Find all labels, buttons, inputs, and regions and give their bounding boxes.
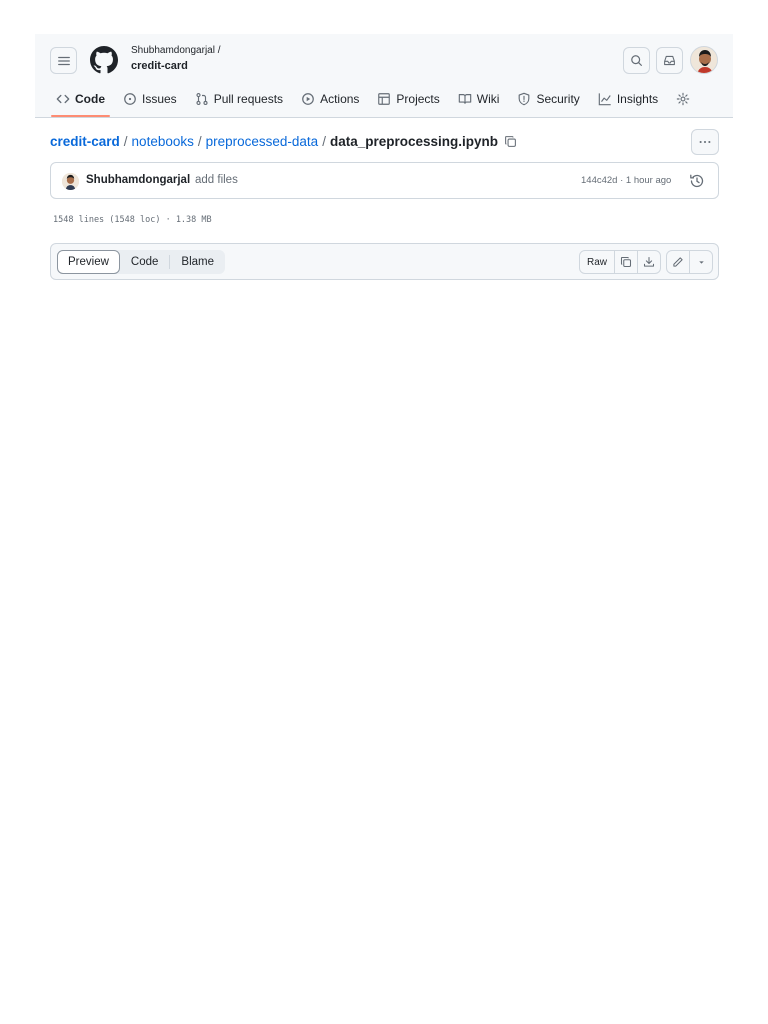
edit-dropdown-button[interactable]: [690, 251, 712, 273]
table-icon: [378, 93, 391, 105]
menu-button[interactable]: [50, 47, 77, 74]
copy-icon: [620, 256, 632, 268]
tab-projects-label: Projects: [396, 92, 440, 106]
copy-icon: [505, 136, 516, 147]
search-icon: [631, 55, 642, 66]
hamburger-icon: [57, 56, 70, 65]
history-icon[interactable]: [689, 173, 705, 189]
tab-issues-label: Issues: [142, 92, 177, 106]
repo-name-link[interactable]: credit-card: [131, 60, 188, 72]
breadcrumb-separator: /: [123, 134, 128, 149]
inbox-button[interactable]: [656, 47, 683, 74]
tab-pull-requests-label: Pull requests: [213, 92, 284, 106]
breadcrumb-notebooks-link[interactable]: notebooks: [132, 134, 194, 149]
breadcrumb: credit-card / notebooks / preprocessed-d…: [50, 134, 517, 149]
tab-wiki-label: Wiki: [476, 92, 500, 106]
github-logo-icon[interactable]: [90, 46, 118, 74]
breadcrumb-repo-link[interactable]: credit-card: [50, 134, 120, 149]
commit-sha-and-time[interactable]: 144c42d · 1 hour ago: [581, 175, 671, 186]
tab-security-label: Security: [536, 92, 580, 106]
commit-author-avatar[interactable]: [62, 173, 79, 190]
download-icon: [643, 256, 655, 267]
active-tab-indicator: [51, 115, 110, 117]
tab-actions[interactable]: Actions: [294, 87, 366, 111]
gear-icon: [676, 92, 690, 106]
tab-settings[interactable]: [669, 87, 697, 111]
copy-raw-button[interactable]: [615, 251, 638, 273]
triangle-down-icon: [698, 260, 704, 264]
file-info: 1548 lines (1548 loc) · 1.38 MB: [53, 215, 212, 225]
code-tab[interactable]: Code: [120, 250, 170, 274]
preview-tab[interactable]: Preview: [57, 250, 120, 274]
copy-path-button[interactable]: [504, 135, 517, 148]
issue-icon: [124, 93, 136, 105]
breadcrumb-separator: /: [197, 134, 202, 149]
inbox-icon: [664, 55, 675, 66]
tab-insights-label: Insights: [616, 92, 659, 106]
edit-file-button[interactable]: [667, 251, 690, 273]
repo-owner-link[interactable]: Shubhamdongarjal /: [131, 45, 221, 56]
play-icon: [302, 93, 314, 105]
code-icon: [56, 94, 70, 104]
repo-header: Shubhamdongarjal / credit-card Code Issu…: [35, 34, 733, 118]
commit-author-link[interactable]: Shubhamdongarjal: [86, 174, 190, 186]
file-toolbar: Preview Code Blame Raw: [50, 243, 719, 280]
shield-icon: [519, 92, 530, 106]
tab-projects[interactable]: Projects: [370, 87, 446, 111]
latest-commit-box: Shubhamdongarjal add files 144c42d · 1 h…: [50, 162, 719, 199]
tab-actions-label: Actions: [320, 92, 360, 106]
raw-button[interactable]: Raw: [580, 251, 615, 273]
avatar-image: [691, 47, 717, 73]
user-avatar[interactable]: [690, 46, 718, 74]
edit-actions-group: [666, 250, 713, 274]
blame-tab[interactable]: Blame: [170, 250, 225, 274]
tab-insights[interactable]: Insights: [591, 87, 665, 111]
commit-message-link[interactable]: add files: [195, 174, 238, 186]
tab-security[interactable]: Security: [510, 87, 586, 111]
breadcrumb-separator: /: [322, 134, 326, 149]
view-mode-switcher: Preview Code Blame: [57, 250, 226, 274]
repo-nav: Code Issues Pull requests Actions Projec…: [49, 87, 701, 118]
search-button[interactable]: [623, 47, 650, 74]
breadcrumb-preprocessed-data-link[interactable]: preprocessed-data: [206, 134, 319, 149]
file-actions-group: Raw: [579, 250, 661, 274]
book-icon: [458, 94, 472, 104]
pull-request-icon: [196, 93, 208, 105]
tab-wiki[interactable]: Wiki: [451, 87, 507, 111]
pencil-icon: [673, 257, 683, 267]
kebab-horizontal-icon: [699, 140, 711, 144]
more-options-button[interactable]: [691, 129, 719, 155]
tab-issues[interactable]: Issues: [116, 87, 184, 111]
avatar-image: [62, 173, 79, 190]
tab-code-label: Code: [75, 92, 105, 106]
download-button[interactable]: [638, 251, 660, 273]
breadcrumb-file-name: data_preprocessing.ipynb: [329, 134, 499, 149]
tab-code[interactable]: Code: [49, 87, 112, 111]
tab-pull-requests[interactable]: Pull requests: [188, 87, 290, 111]
graph-icon: [598, 93, 611, 106]
